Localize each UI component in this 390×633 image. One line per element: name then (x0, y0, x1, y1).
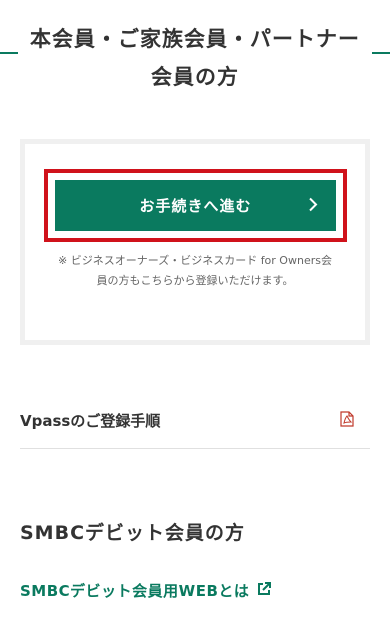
external-link-icon (257, 581, 272, 600)
registration-card: お手続きへ進む ※ ビジネスオーナーズ・ビジネスカード for Owners会員… (20, 139, 370, 345)
section-header: 本会員・ご家族会員・パートナー会員の方 (0, 0, 390, 110)
debit-web-link[interactable]: SMBCデビット会員用WEBとは (20, 580, 272, 601)
business-owners-note: ※ ビジネスオーナーズ・ビジネスカード for Owners会員の方もこちらから… (58, 254, 332, 287)
section-title-debit: SMBCデビット会員の方 (20, 522, 246, 544)
vpass-registration-label: Vpassのご登録手順 (20, 412, 161, 430)
proceed-button[interactable]: お手続きへ進む (55, 180, 336, 231)
debit-web-link-label: SMBCデビット会員用WEBとは (20, 582, 250, 600)
proceed-button-label: お手続きへ進む (139, 197, 252, 215)
section-title-members: 本会員・ご家族会員・パートナー会員の方 (30, 27, 360, 89)
cta-highlight-frame: お手続きへ進む (44, 169, 347, 242)
pdf-icon (340, 410, 354, 431)
chevron-right-icon (308, 196, 318, 215)
header-divider-right (372, 52, 390, 54)
vpass-registration-link[interactable]: Vpassのご登録手順 (20, 393, 370, 449)
header-divider-left (0, 52, 18, 54)
